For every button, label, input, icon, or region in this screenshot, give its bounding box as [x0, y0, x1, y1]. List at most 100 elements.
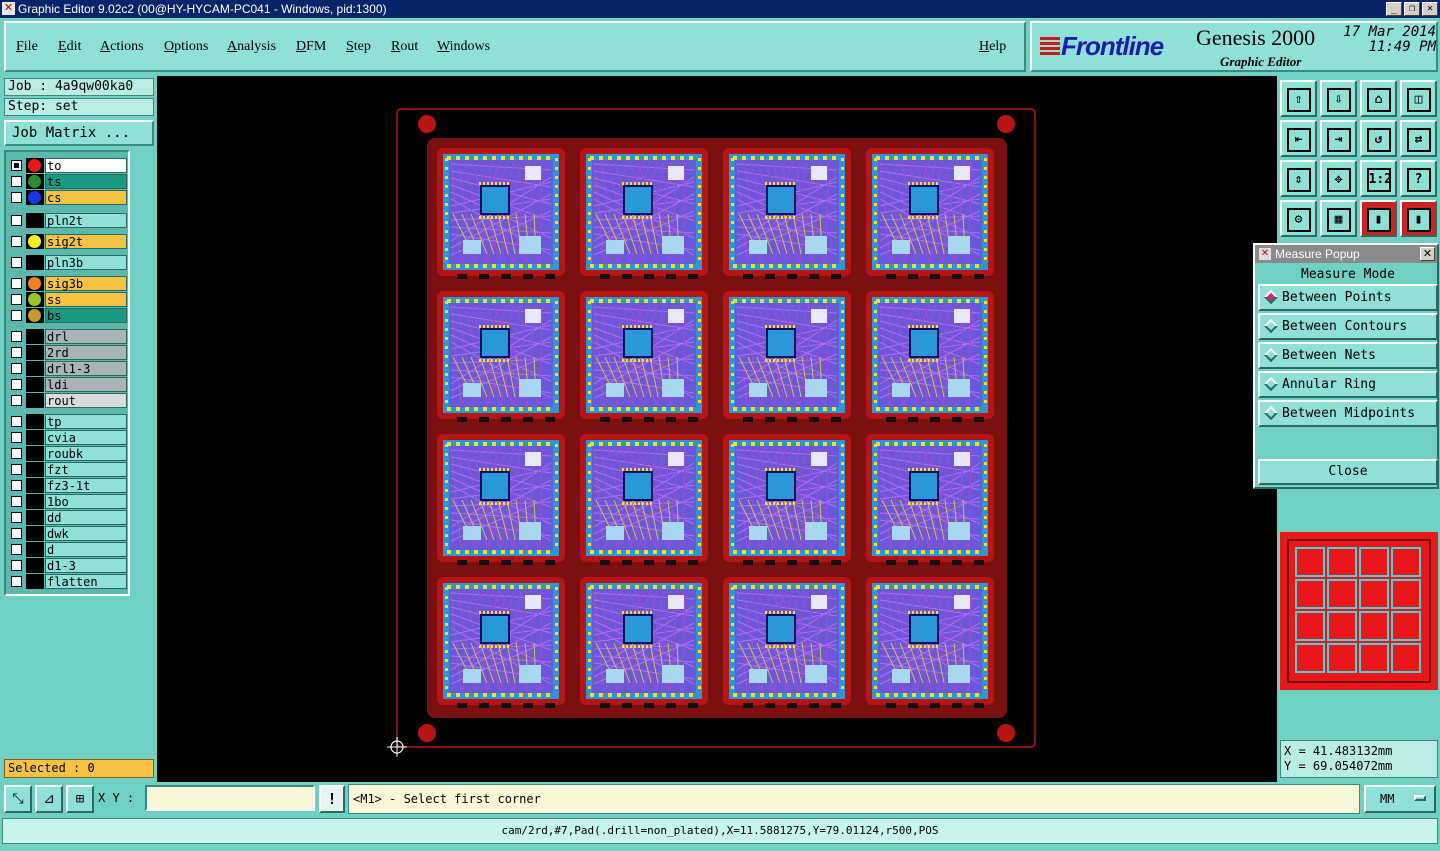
menu-options[interactable]: Options — [164, 39, 208, 55]
layer-row-ts[interactable]: ts — [9, 174, 127, 189]
layer-checkbox[interactable] — [11, 416, 22, 427]
layer-checkbox[interactable] — [11, 448, 22, 459]
menu-analysis[interactable]: Analysis — [227, 39, 276, 55]
split-view-icon[interactable]: ◫ — [1400, 80, 1437, 117]
menu-rout[interactable]: Rout — [391, 39, 418, 55]
pcb-unit[interactable] — [437, 148, 565, 279]
mode-between-contours[interactable]: Between Contours — [1258, 313, 1438, 340]
layer-row-to[interactable]: to — [9, 158, 127, 173]
layer-checkbox[interactable] — [11, 480, 22, 491]
mode-between-nets[interactable]: Between Nets — [1258, 342, 1438, 369]
layer-checkbox[interactable] — [11, 347, 22, 358]
zoom-down-icon[interactable]: ⇩ — [1320, 80, 1357, 117]
measure-close-button[interactable]: Close — [1258, 459, 1438, 485]
layer-row-tp[interactable]: tp — [9, 414, 127, 429]
layer-row-fz3-1t[interactable]: fz3-1t — [9, 478, 127, 493]
layer-checkbox[interactable] — [11, 544, 22, 555]
close-icon[interactable]: ✕ — [1422, 2, 1438, 16]
menu-actions[interactable]: Actions — [100, 39, 144, 55]
measure-icon[interactable]: ⤡ — [4, 785, 32, 813]
graphic-canvas[interactable] — [157, 76, 1277, 782]
menu-file[interactable]: File — [16, 39, 38, 55]
pcb-unit[interactable] — [437, 291, 565, 422]
grid-icon[interactable]: ▦ — [1320, 200, 1357, 237]
layer-checkbox[interactable] — [11, 294, 22, 305]
layer-checkbox[interactable] — [11, 176, 22, 187]
layer-row-ss[interactable]: ss — [9, 292, 127, 307]
grid-snap-icon[interactable]: ⊞ — [66, 785, 94, 813]
mode-between-midpoints[interactable]: Between Midpoints — [1258, 400, 1438, 427]
layer-row-cvia[interactable]: cvia — [9, 430, 127, 445]
layer-checkbox[interactable] — [11, 464, 22, 475]
layer-row-pln3b[interactable]: pln3b — [9, 255, 127, 270]
layer-checkbox[interactable] — [11, 331, 22, 342]
pcb-unit[interactable] — [866, 148, 994, 279]
minimize-icon[interactable]: _ — [1386, 2, 1402, 16]
snap-icon[interactable]: ⊿ — [35, 785, 63, 813]
units-selector[interactable]: MM — [1364, 785, 1436, 813]
pan-right-icon[interactable]: ⇥ — [1320, 120, 1357, 157]
layer-row-flatten[interactable]: flatten — [9, 574, 127, 589]
help-icon[interactable]: ? — [1400, 160, 1437, 197]
swap-icon[interactable]: ⇄ — [1400, 120, 1437, 157]
popup-close-icon[interactable]: ✕ — [1420, 247, 1435, 261]
layer-checkbox[interactable] — [11, 560, 22, 571]
layer-row-dwk[interactable]: dwk — [9, 526, 127, 541]
layer-checkbox[interactable] — [11, 363, 22, 374]
pan-left-icon[interactable]: ⇤ — [1280, 120, 1317, 157]
menu-dfm[interactable]: DFM — [296, 39, 326, 55]
layer-checkbox[interactable] — [11, 236, 22, 247]
layer-checkbox[interactable] — [11, 528, 22, 539]
pcb-unit[interactable] — [723, 148, 851, 279]
exclamation-button[interactable]: ! — [319, 785, 345, 813]
pcb-unit[interactable] — [580, 148, 708, 279]
menu-edit[interactable]: Edit — [58, 39, 81, 55]
settings-icon[interactable]: ⚙ — [1280, 200, 1317, 237]
layer-row-rout[interactable]: rout — [9, 393, 127, 408]
pcb-unit[interactable] — [437, 577, 565, 708]
zoom-home-icon[interactable]: ⇧ — [1280, 80, 1317, 117]
layers-toggle-icon[interactable]: ▮ — [1400, 200, 1437, 237]
layer-row-drl1-3[interactable]: drl1-3 — [9, 361, 127, 376]
layer-checkbox[interactable] — [11, 278, 22, 289]
layer-row-drl[interactable]: drl — [9, 329, 127, 344]
layer-row-sig2t[interactable]: sig2t — [9, 234, 127, 249]
pcb-panel-view[interactable] — [157, 76, 1277, 782]
pcb-unit[interactable] — [723, 434, 851, 565]
pcb-unit[interactable] — [580, 577, 708, 708]
layer-row-bs[interactable]: bs — [9, 308, 127, 323]
layer-row-d1-3[interactable]: d1-3 — [9, 558, 127, 573]
layer-row-sig3b[interactable]: sig3b — [9, 276, 127, 291]
layer-row-1bo[interactable]: 1bo — [9, 494, 127, 509]
pcb-unit[interactable] — [866, 577, 994, 708]
layer-checkbox[interactable] — [11, 310, 22, 321]
layer-checkbox[interactable] — [11, 215, 22, 226]
layer-checkbox[interactable] — [11, 160, 22, 171]
menu-step[interactable]: Step — [346, 39, 371, 55]
layer-row-ldi[interactable]: ldi — [9, 377, 127, 392]
menu-help[interactable]: Help — [979, 39, 1006, 55]
layer-row-fzt[interactable]: fzt — [9, 462, 127, 477]
menu-windows[interactable]: Windows — [437, 39, 490, 55]
layer-row-2rd[interactable]: 2rd — [9, 345, 127, 360]
mode-annular-ring[interactable]: Annular Ring — [1258, 371, 1438, 398]
layer-checkbox[interactable] — [11, 379, 22, 390]
layer-row-cs[interactable]: cs — [9, 190, 127, 205]
reverse-icon[interactable]: ↺ — [1360, 120, 1397, 157]
xy-input[interactable] — [145, 785, 315, 811]
layer-row-dd[interactable]: dd — [9, 510, 127, 525]
layer-row-roubk[interactable]: roubk — [9, 446, 127, 461]
pcb-unit[interactable] — [723, 577, 851, 708]
panel-minimap[interactable] — [1280, 532, 1438, 690]
layers-red-icon[interactable]: ▮ — [1360, 200, 1397, 237]
zoom-center-icon[interactable]: ✥ — [1320, 160, 1357, 197]
one-to-two-icon[interactable]: 1:2 — [1360, 160, 1397, 197]
fit-vertical-icon[interactable]: ⇕ — [1280, 160, 1317, 197]
layer-checkbox[interactable] — [11, 257, 22, 268]
mode-between-points[interactable]: Between Points — [1258, 284, 1438, 311]
pcb-unit[interactable] — [580, 291, 708, 422]
pcb-unit[interactable] — [437, 434, 565, 565]
layer-checkbox[interactable] — [11, 192, 22, 203]
layer-checkbox[interactable] — [11, 496, 22, 507]
layer-checkbox[interactable] — [11, 512, 22, 523]
